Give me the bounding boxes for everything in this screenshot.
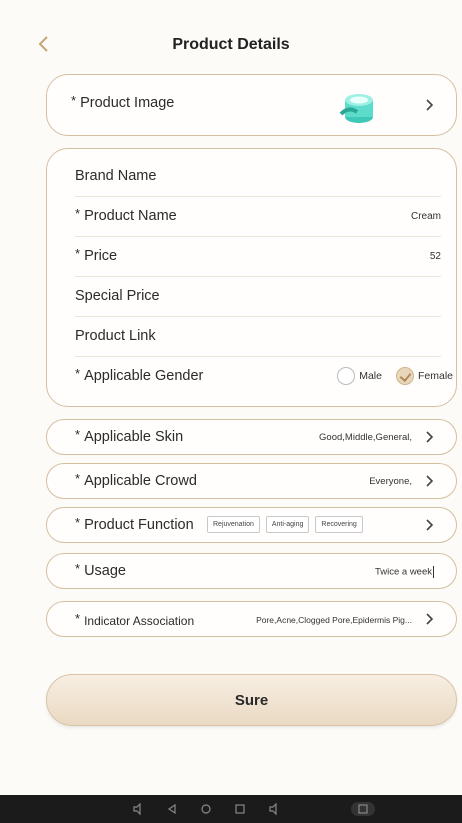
special-price-label: Special Price — [75, 288, 160, 304]
function-label-text: Product Function — [84, 517, 194, 533]
required-marker: * — [75, 427, 81, 442]
product-image-label: * Product Image — [71, 93, 175, 111]
skin-label: * Applicable Skin — [75, 427, 184, 445]
function-chip[interactable]: Anti-aging — [265, 516, 310, 533]
indicator-value: Pore,Acne,Clogged Pore,Epidermis Pig... — [256, 615, 412, 625]
brand-name-label: Brand Name — [75, 168, 157, 184]
price-label: * Price — [75, 246, 118, 264]
volume-icon[interactable] — [132, 803, 144, 815]
crowd-label-text: Applicable Crowd — [84, 473, 197, 489]
applicable-skin-row[interactable]: * Applicable Skin Good,Middle,General, — [46, 419, 457, 455]
usage-value: Twice a week — [374, 566, 432, 578]
chevron-right-icon — [426, 475, 434, 487]
usage-label: * Usage — [75, 561, 126, 579]
function-label: * Product Function — [75, 515, 194, 533]
required-marker: * — [75, 471, 81, 486]
usage-label-text: Usage — [84, 563, 126, 579]
product-image-label-text: Product Image — [80, 95, 175, 111]
product-thumbnail[interactable] — [335, 84, 379, 128]
brand-name-field[interactable]: Brand Name — [75, 157, 441, 197]
home-nav-icon[interactable] — [200, 803, 212, 815]
required-marker: * — [75, 366, 81, 381]
system-nav-bar — [0, 795, 462, 823]
male-radio-label[interactable]: Male — [359, 370, 382, 382]
screenshot-nav-icon[interactable] — [350, 801, 376, 817]
sure-button[interactable]: Sure — [46, 674, 457, 726]
chevron-right-icon — [426, 613, 434, 625]
text-cursor — [433, 566, 434, 578]
usage-input[interactable]: Twice a week — [375, 566, 434, 578]
product-info-form: Brand Name * Product Name Cream * Price 52… — [46, 148, 457, 407]
back-nav-icon[interactable] — [166, 803, 178, 815]
skin-value: Good,Middle,General, — [319, 432, 412, 443]
required-marker: * — [75, 611, 81, 626]
product-link-label: Product Link — [75, 328, 156, 344]
function-chip[interactable]: Recovering — [315, 516, 363, 533]
chevron-right-icon — [426, 99, 434, 111]
applicable-gender-field: * Applicable Gender Male Female — [75, 357, 453, 397]
product-image-row[interactable]: * Product Image — [46, 74, 457, 136]
applicable-crowd-row[interactable]: * Applicable Crowd Everyone, — [46, 463, 457, 499]
male-radio[interactable] — [337, 367, 356, 385]
skin-label-text: Applicable Skin — [84, 429, 184, 445]
price-value: 52 — [429, 251, 441, 262]
product-name-value: Cream — [410, 211, 441, 222]
crowd-label: * Applicable Crowd — [75, 471, 197, 489]
product-link-field[interactable]: Product Link — [75, 317, 441, 357]
usage-row[interactable]: * Usage Twice a week — [46, 553, 457, 589]
recents-nav-icon[interactable] — [234, 803, 246, 815]
gender-label-text: Applicable Gender — [84, 368, 204, 384]
header-bar: Product Details — [0, 28, 462, 64]
product-function-row[interactable]: * Product Function Rejuvenation Anti-agin… — [46, 507, 457, 543]
page-title: Product Details — [172, 36, 290, 53]
function-chips: Rejuvenation Anti-aging Recovering — [207, 516, 369, 533]
product-name-field[interactable]: * Product Name Cream — [75, 197, 441, 237]
volume-up-icon[interactable] — [268, 803, 280, 815]
price-field[interactable]: * Price 52 — [75, 237, 441, 277]
required-marker: * — [75, 206, 81, 221]
indicator-label-text: Indicator Association — [84, 614, 195, 628]
special-price-field[interactable]: Special Price — [75, 277, 441, 317]
required-marker: * — [75, 561, 81, 576]
indicator-label: * Indicator Association — [75, 611, 195, 628]
female-radio[interactable] — [395, 367, 414, 385]
required-marker: * — [75, 246, 81, 261]
crowd-value: Everyone, — [369, 476, 412, 487]
required-marker: * — [71, 93, 77, 108]
chevron-right-icon — [426, 431, 434, 443]
indicator-association-row[interactable]: * Indicator Association Pore,Acne,Clogged… — [46, 601, 457, 637]
gender-radio-group: Male Female — [337, 367, 453, 385]
product-name-label: * Product Name — [75, 206, 177, 224]
chevron-right-icon — [426, 519, 434, 531]
price-label-text: Price — [84, 248, 118, 264]
function-chip[interactable]: Rejuvenation — [207, 516, 260, 533]
required-marker: * — [75, 515, 81, 530]
product-name-label-text: Product Name — [84, 208, 177, 224]
gender-label: * Applicable Gender — [75, 366, 204, 384]
female-radio-label[interactable]: Female — [418, 370, 453, 382]
